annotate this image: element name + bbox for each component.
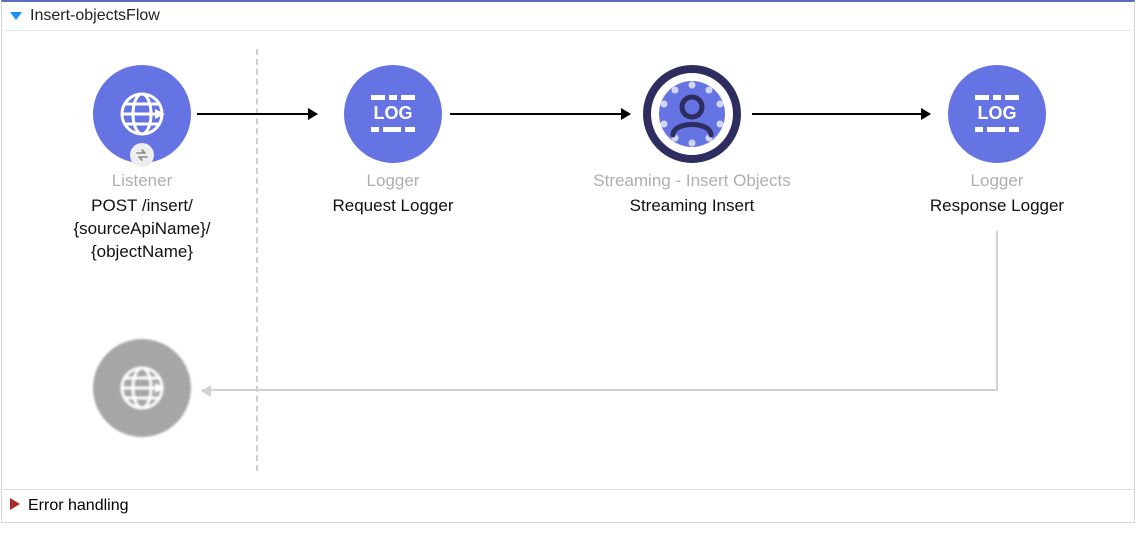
node-name-label: Streaming Insert: [562, 195, 822, 218]
person-ring-icon: [643, 65, 741, 163]
flow-panel: Insert-objectsFlow Listener POST /inse: [1, 0, 1135, 523]
flow-section-header[interactable]: Insert-objectsFlow: [2, 2, 1134, 31]
flow-arrow: [752, 113, 930, 115]
log-icon: LOG: [344, 65, 442, 163]
flow-node-streaming-insert[interactable]: Streaming - Insert Objects Streaming Ins…: [562, 65, 822, 218]
svg-text:LOG: LOG: [978, 103, 1017, 123]
exchange-icon: [130, 143, 154, 167]
triangle-down-icon: [10, 10, 22, 22]
flow-arrow: [450, 113, 630, 115]
flow-node-response-logger[interactable]: LOG Logger Response Logger: [892, 65, 1102, 218]
log-icon: LOG: [948, 65, 1046, 163]
node-name-label: Response Logger: [892, 195, 1102, 218]
error-section-header[interactable]: Error handling: [2, 489, 1134, 522]
globe-arrow-icon: [93, 339, 191, 437]
node-type-label: Logger: [892, 171, 1102, 191]
svg-text:LOG: LOG: [374, 103, 413, 123]
node-type-label: Logger: [288, 171, 498, 191]
flow-arrow: [197, 113, 317, 115]
flow-canvas[interactable]: Listener POST /insert/ {sourceApiName}/ …: [2, 31, 1134, 489]
globe-arrow-icon: [93, 65, 191, 163]
flow-title: Insert-objectsFlow: [30, 7, 160, 25]
node-type-label: Listener: [37, 171, 247, 191]
flow-node-request-logger[interactable]: LOG Logger Request Logger: [288, 65, 498, 218]
node-type-label: Streaming - Insert Objects: [562, 171, 822, 191]
error-title: Error handling: [28, 497, 129, 515]
node-name-label: Request Logger: [288, 195, 498, 218]
return-connector: [202, 231, 998, 391]
return-arrow-head: [202, 390, 208, 392]
triangle-right-icon: [10, 497, 20, 515]
